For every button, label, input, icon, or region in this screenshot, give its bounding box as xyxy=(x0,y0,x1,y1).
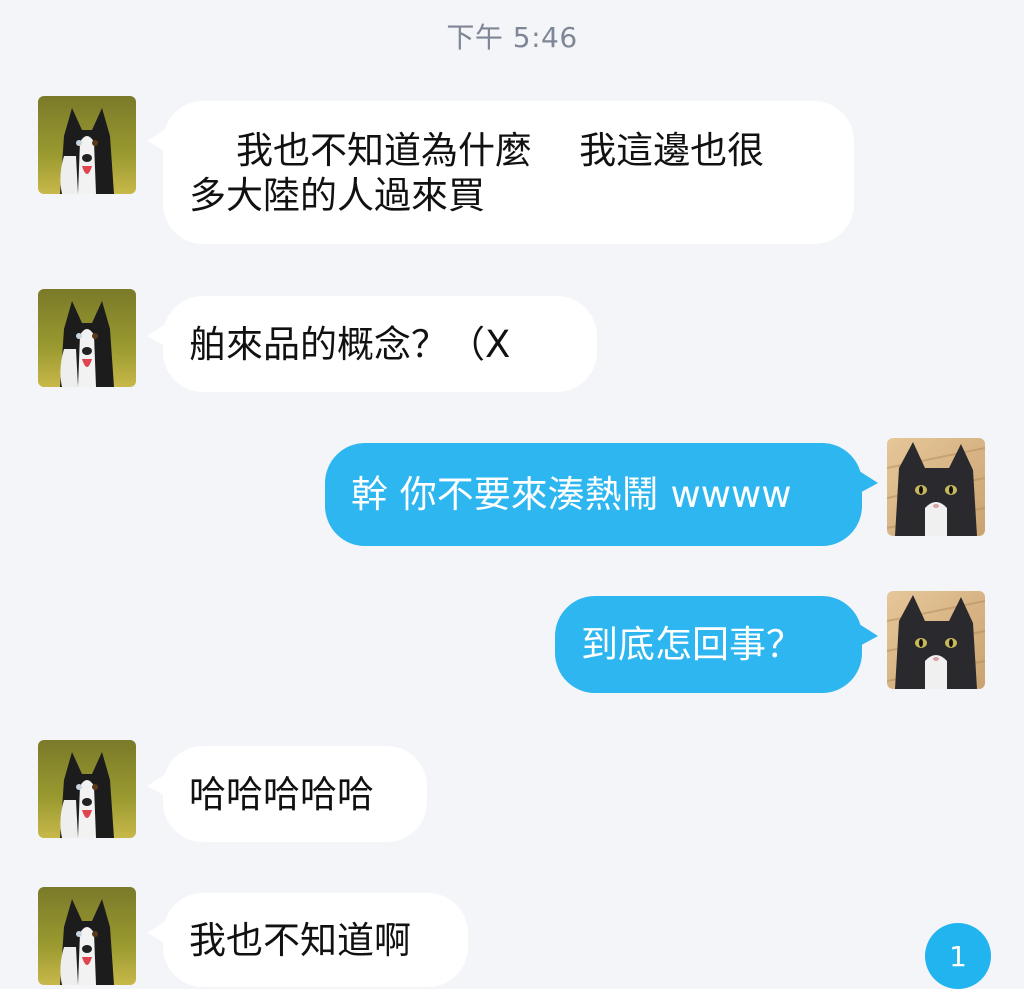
message-text: 舶來品的概念？（X xyxy=(189,322,511,366)
message-text: 到底怎回事？ xyxy=(581,623,803,666)
incoming-message-bubble[interactable]: 我也不知道啊 xyxy=(147,893,468,987)
message-text: 我也不知道啊 xyxy=(189,918,411,962)
unread-count-badge[interactable]: 1 xyxy=(925,923,991,989)
cat-avatar[interactable] xyxy=(887,591,985,689)
dog-avatar[interactable] xyxy=(38,96,136,194)
incoming-message-bubble[interactable]: 哈哈哈哈哈 xyxy=(147,746,427,842)
message-text: 我也不知道為什麼 我這邊也很 多大陸的人過來買 xyxy=(189,128,765,217)
cat-avatar[interactable] xyxy=(887,438,985,536)
dog-avatar[interactable] xyxy=(38,740,136,838)
incoming-message-bubble[interactable]: 舶來品的概念？（X xyxy=(147,296,597,392)
dog-avatar[interactable] xyxy=(38,887,136,985)
dog-avatar[interactable] xyxy=(38,289,136,387)
incoming-message-bubble[interactable]: 我也不知道為什麼 我這邊也很 多大陸的人過來買 xyxy=(147,101,854,244)
message-text: 幹 你不要來湊熱鬧 wwww xyxy=(351,473,792,516)
message-text: 哈哈哈哈哈 xyxy=(189,772,374,816)
outgoing-message-bubble[interactable]: 到底怎回事？ xyxy=(555,596,878,693)
outgoing-message-bubble[interactable]: 幹 你不要來湊熱鬧 wwww xyxy=(325,443,878,546)
timestamp: 下午 5:46 xyxy=(446,21,578,54)
